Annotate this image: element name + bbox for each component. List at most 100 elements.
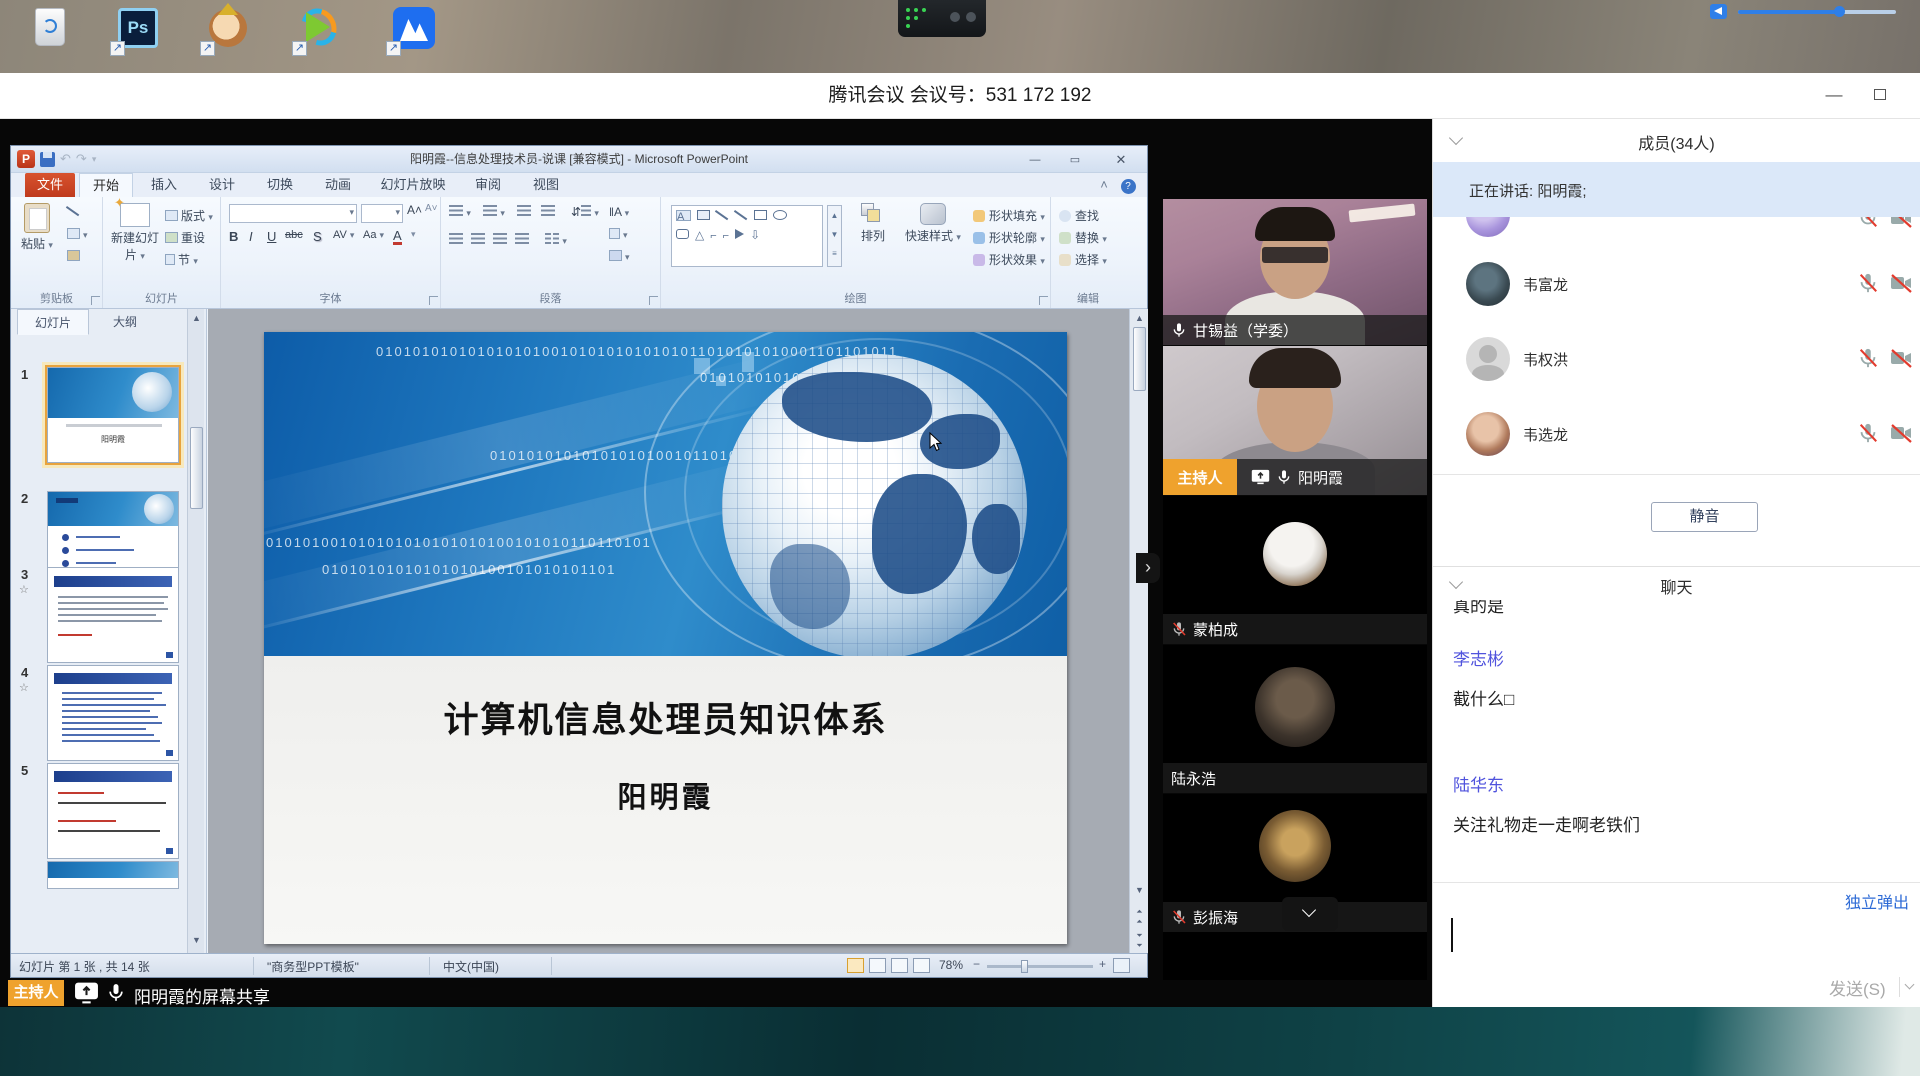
tab-transitions[interactable]: 切换 [253, 173, 307, 197]
bold-button[interactable]: B [229, 229, 238, 244]
meeting-app-shortcut-icon[interactable]: ↗ [390, 6, 438, 56]
increase-indent-icon[interactable] [541, 205, 555, 219]
send-button[interactable]: 发送(S) [1829, 975, 1886, 1000]
smartart-icon[interactable]: ▾ [609, 249, 630, 263]
slide-thumbnail-3[interactable] [47, 567, 179, 663]
text-shadow-button[interactable]: S [313, 229, 322, 244]
find-button[interactable]: 查找 [1059, 207, 1099, 224]
format-painter-button[interactable] [67, 249, 83, 263]
camera-off-icon[interactable] [1889, 422, 1913, 444]
video-tile-5[interactable]: 彭振海 [1163, 794, 1427, 980]
camera-off-icon[interactable] [1889, 272, 1913, 294]
line-spacing-icon[interactable]: ⇵ ▾ [571, 205, 599, 219]
font-dialog-launcher[interactable] [429, 296, 438, 305]
scroll-down-icon[interactable]: ▼ [1130, 885, 1149, 895]
tab-design[interactable]: 设计 [195, 173, 249, 197]
language-indicator[interactable]: 中文(中国) [443, 958, 499, 975]
powerpoint-logo-icon[interactable]: P [17, 150, 35, 168]
align-left-icon[interactable] [449, 233, 463, 247]
section-button[interactable]: 节 ▾ [165, 251, 198, 268]
slide-sorter-view-icon[interactable] [869, 958, 886, 973]
chat-input[interactable] [1433, 912, 1920, 972]
ppt-maximize-button[interactable]: ▭ [1059, 150, 1091, 169]
character-spacing-icon[interactable]: AV ▾ [333, 229, 354, 241]
tab-view[interactable]: 视图 [519, 173, 573, 197]
camera-off-icon[interactable] [1889, 347, 1913, 369]
slide-scrollbar-thumb[interactable] [1133, 327, 1146, 391]
slide-thumbnail-5[interactable] [47, 763, 179, 859]
align-text-icon[interactable]: ▾ [609, 227, 628, 241]
change-case-icon[interactable]: Aa ▾ [363, 229, 384, 241]
strikethrough-button[interactable]: abc [285, 229, 303, 241]
shapes-gallery-scroll[interactable]: ▲▼≡ [827, 205, 842, 267]
expand-panel-arrow[interactable]: › [1136, 553, 1160, 583]
member-row[interactable]: 韦富龙 [1433, 256, 1920, 312]
game-shortcut-icon[interactable]: ↗ [204, 6, 252, 56]
italic-button[interactable]: I [249, 229, 253, 244]
undo-icon[interactable]: ↶ [60, 151, 71, 167]
drawing-dialog-launcher[interactable] [1039, 296, 1048, 305]
slide-thumbnail-4[interactable] [47, 665, 179, 761]
tab-file[interactable]: 文件 [25, 173, 75, 197]
tab-slides-thumbnails[interactable]: 幻灯片 [17, 309, 89, 335]
member-row[interactable]: 韦权洪 [1433, 331, 1920, 387]
mic-muted-icon[interactable] [1857, 347, 1879, 369]
panel-scrollbar[interactable]: ▲ ▼ [187, 309, 204, 953]
fit-to-window-icon[interactable] [1113, 958, 1130, 973]
zoom-out-icon[interactable]: − [973, 957, 980, 971]
scroll-down-icon[interactable]: ▼ [188, 935, 205, 945]
shape-effects-button[interactable]: 形状效果 ▾ [973, 251, 1045, 268]
chat-sender[interactable]: 陆华东 [1453, 771, 1504, 796]
mute-button[interactable]: 静音 [1651, 502, 1758, 532]
help-icon[interactable]: ? [1117, 173, 1139, 197]
scroll-up-icon[interactable]: ▲ [188, 313, 205, 323]
chat-sender[interactable]: 李志彬 [1453, 645, 1504, 670]
grow-font-icon[interactable]: A˄ [407, 203, 422, 217]
qat-dropdown-icon[interactable]: ▾ [92, 154, 97, 165]
shapes-gallery[interactable]: A △⌐⌐⇩ [671, 205, 823, 267]
zoom-slider[interactable] [987, 965, 1093, 968]
reset-button[interactable]: 重设 [165, 229, 205, 246]
arrange-button[interactable]: 排列 [851, 203, 895, 244]
slide-thumbnail-1[interactable]: 阳明霞 [47, 367, 179, 463]
layout-button[interactable]: 版式 ▾ [165, 207, 213, 224]
reading-view-icon[interactable] [891, 958, 908, 973]
shape-fill-button[interactable]: 形状填充 ▾ [973, 207, 1045, 224]
numbering-icon[interactable]: ▾ [483, 205, 505, 219]
paste-button[interactable]: 粘贴 ▾ [17, 203, 57, 252]
slide-thumbnail-6[interactable] [47, 861, 179, 889]
replace-button[interactable]: 替换 ▾ [1059, 229, 1107, 246]
align-center-icon[interactable] [471, 233, 485, 247]
font-size-combo[interactable] [361, 204, 403, 223]
slideshow-view-icon[interactable] [913, 958, 930, 973]
video-tile-1[interactable]: 甘锡益（学委） [1163, 199, 1427, 345]
meeting-minimize-button[interactable]: — [1812, 73, 1856, 119]
shape-outline-button[interactable]: 形状轮廓 ▾ [973, 229, 1045, 246]
normal-view-icon[interactable] [847, 958, 864, 973]
paragraph-dialog-launcher[interactable] [649, 296, 658, 305]
member-row-clipped[interactable] [1433, 217, 1920, 241]
video-tile-3[interactable]: 蒙柏成 [1163, 496, 1427, 644]
tencent-video-shortcut-icon[interactable]: ↗ [296, 6, 344, 56]
new-slide-button[interactable]: 新建幻灯片 ▾ [109, 203, 161, 263]
align-right-icon[interactable] [493, 233, 507, 247]
save-icon[interactable] [40, 152, 55, 167]
tab-slideshow[interactable]: 幻灯片放映 [369, 173, 457, 197]
video-tile-2[interactable]: 主持人 阳明霞 [1163, 346, 1427, 495]
quick-styles-button[interactable]: 快速样式 ▾ [901, 203, 965, 244]
minimize-ribbon-icon[interactable]: ˄ [1093, 173, 1115, 197]
clear-formatting-icon[interactable]: ▾ [411, 229, 416, 240]
columns-icon[interactable]: ▾ [545, 233, 567, 247]
tab-review[interactable]: 审阅 [461, 173, 515, 197]
volume-slider[interactable] [1738, 10, 1896, 14]
scroll-up-icon[interactable]: ▲ [1130, 313, 1149, 323]
next-slide-button[interactable]: ⏷⏷ [1130, 931, 1149, 951]
zoom-in-icon[interactable]: + [1099, 957, 1106, 971]
popout-chat-link[interactable]: 独立弹出 [1845, 889, 1909, 913]
select-button[interactable]: 选择 ▾ [1059, 251, 1107, 268]
justify-icon[interactable] [515, 233, 529, 247]
zoom-slider-knob[interactable] [1021, 960, 1028, 973]
photoshop-shortcut-icon[interactable]: Ps↗ [114, 6, 162, 56]
volume-slider-knob[interactable] [1834, 6, 1845, 17]
previous-slide-button[interactable]: ⏶⏶ [1130, 907, 1149, 927]
